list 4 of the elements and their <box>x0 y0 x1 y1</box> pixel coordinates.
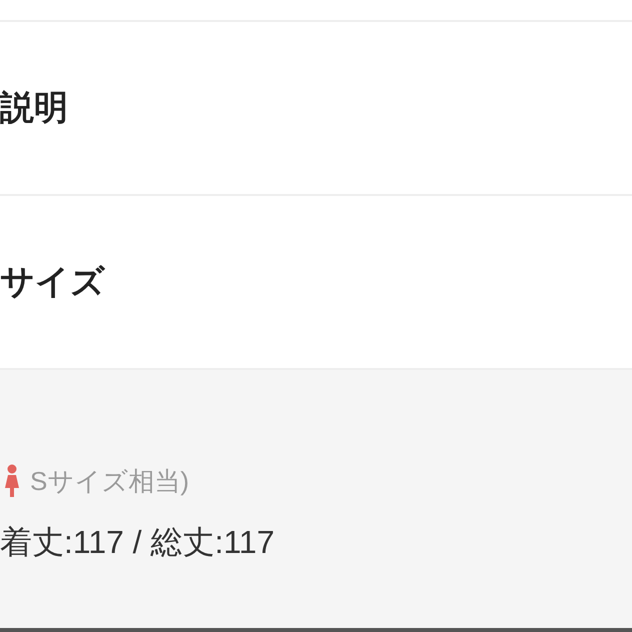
size-note: Sサイズ相当) <box>30 468 189 494</box>
woman-icon <box>4 464 20 498</box>
measurements-text: 着丈:117 / 総丈:117 <box>0 526 276 558</box>
section-title: サイズ <box>0 265 105 299</box>
